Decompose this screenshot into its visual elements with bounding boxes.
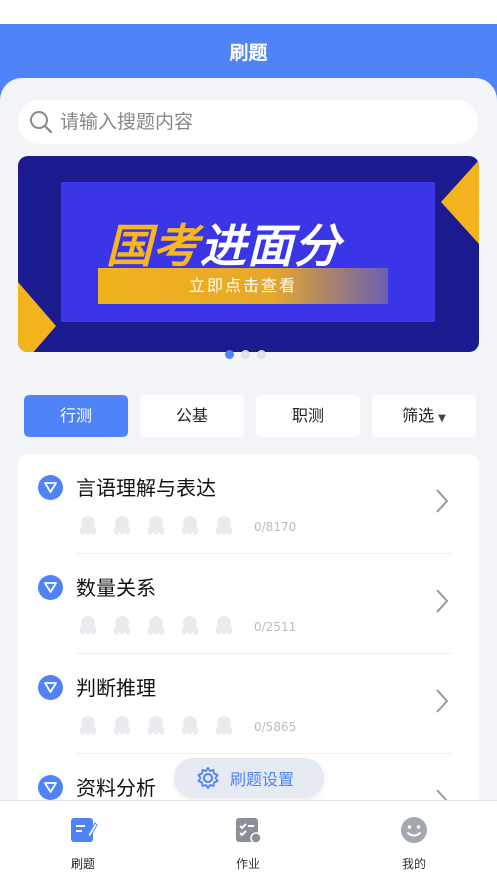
promo-banner[interactable]: 国考进面分 立即点击查看: [18, 156, 479, 352]
topic-title: 资料分析: [76, 776, 156, 800]
nav-practice[interactable]: 刷题: [43, 815, 123, 872]
homework-icon: [236, 818, 262, 844]
nav-homework[interactable]: 作业: [208, 815, 288, 872]
gear-icon: [197, 767, 219, 789]
star-icon: [144, 614, 168, 642]
subject-tabs: 行测 公基 职测 筛选 ▼: [24, 395, 476, 437]
search-icon: [30, 111, 53, 134]
bottom-tab-bar: 刷题 作业 我的: [0, 800, 497, 883]
star-icon: [144, 514, 168, 542]
star-icon: [144, 714, 168, 742]
star-icon: [178, 514, 202, 542]
star-icon: [212, 614, 236, 642]
caret-down-icon: ▼: [438, 413, 446, 424]
tab-label: 行测: [59, 406, 92, 425]
chevron-right-icon[interactable]: [435, 488, 449, 514]
star-icon: [110, 614, 134, 642]
star-icon: [76, 514, 100, 542]
edit-note-icon: [71, 818, 98, 842]
star-icon: [76, 614, 100, 642]
list-item[interactable]: 数量关系 0/2511: [18, 554, 479, 654]
carousel-indicator: [225, 350, 266, 359]
tab-zhice[interactable]: 职测: [256, 395, 360, 437]
star-icon: [178, 714, 202, 742]
list-item[interactable]: 判断推理 0/5865: [18, 654, 479, 754]
search-input[interactable]: [60, 111, 440, 133]
nav-label: 作业: [235, 857, 260, 871]
settings-label: 刷题设置: [230, 770, 295, 789]
tab-label: 公基: [175, 406, 208, 425]
smiley-face-icon: [401, 817, 427, 843]
topic-title: 数量关系: [76, 576, 156, 600]
collapse-toggle-icon[interactable]: [38, 475, 63, 500]
tab-xingce[interactable]: 行测: [24, 395, 128, 437]
nav-profile[interactable]: 我的: [374, 815, 454, 872]
star-icon: [212, 714, 236, 742]
banner-decoration-left: [18, 282, 56, 352]
progress-count: 0/5865: [254, 720, 297, 734]
tab-label: 筛选: [402, 406, 435, 425]
carousel-dot[interactable]: [241, 350, 250, 359]
nav-label: 我的: [401, 857, 426, 871]
practice-settings-button[interactable]: 刷题设置: [174, 758, 324, 798]
star-icon: [76, 714, 100, 742]
banner-decoration-right: [441, 160, 479, 244]
carousel-dot[interactable]: [225, 350, 234, 359]
star-icon: [212, 514, 236, 542]
difficulty-stars: [76, 514, 236, 542]
star-icon: [178, 614, 202, 642]
tab-label: 职测: [291, 406, 324, 425]
filter-dropdown[interactable]: 筛选 ▼: [372, 395, 476, 437]
banner-cta-button[interactable]: 立即点击查看: [98, 268, 388, 304]
nav-label: 刷题: [70, 857, 95, 871]
list-item[interactable]: 言语理解与表达 0/8170: [18, 454, 479, 554]
star-icon: [110, 714, 134, 742]
collapse-toggle-icon[interactable]: [38, 675, 63, 700]
difficulty-stars: [76, 614, 236, 642]
page-title: 刷题: [229, 42, 268, 64]
progress-count: 0/8170: [254, 520, 297, 534]
chevron-right-icon[interactable]: [435, 588, 449, 614]
banner-headline-highlight: 国考: [106, 219, 200, 273]
difficulty-stars: [76, 714, 236, 742]
banner-headline-rest: 进面分: [200, 219, 341, 273]
chevron-right-icon[interactable]: [435, 688, 449, 714]
topic-title: 判断推理: [76, 676, 156, 700]
banner-headline: 国考进面分: [106, 210, 341, 276]
tab-gongji[interactable]: 公基: [140, 395, 244, 437]
carousel-dot[interactable]: [257, 350, 266, 359]
collapse-toggle-icon[interactable]: [38, 575, 63, 600]
star-icon: [110, 514, 134, 542]
status-bar: [0, 0, 497, 24]
progress-count: 0/2511: [254, 620, 297, 634]
topic-title: 言语理解与表达: [76, 476, 216, 500]
collapse-toggle-icon[interactable]: [38, 775, 63, 800]
search-bar[interactable]: [18, 100, 478, 144]
